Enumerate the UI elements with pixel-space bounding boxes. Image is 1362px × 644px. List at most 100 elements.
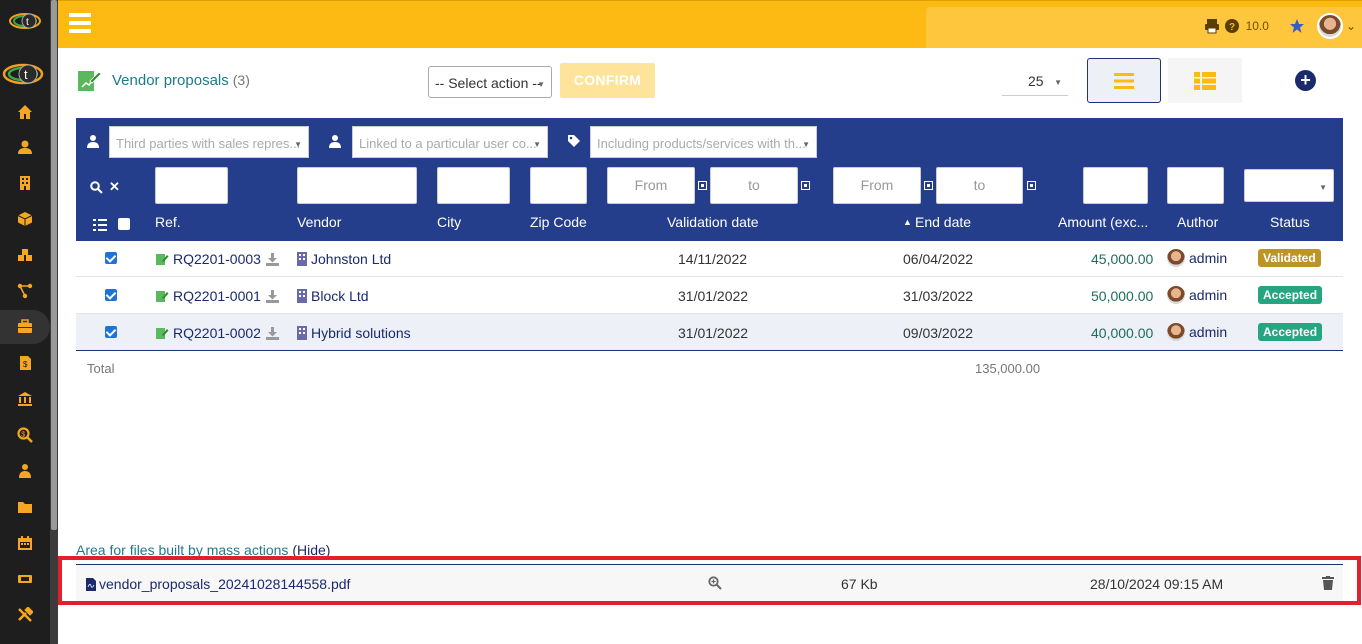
ref-filter-input[interactable] (155, 167, 228, 204)
app-logo-icon[interactable]: t (8, 10, 42, 32)
sidebar-item-ticket[interactable] (0, 562, 50, 596)
dropdown-arrow-icon: ▼ (533, 140, 541, 149)
table-row[interactable]: RQ2201-0002 Hybrid solutions 31/01/2022 09/… (76, 314, 1343, 351)
calendar-icon[interactable] (1027, 181, 1036, 190)
page-size-select[interactable]: 25 ▼ (1002, 66, 1068, 96)
dropdown-arrow-icon: ▼ (294, 140, 302, 149)
ref-link[interactable]: RQ2201-0001 (155, 288, 279, 304)
col-zip[interactable]: Zip Code (530, 214, 587, 230)
highlight-box (58, 556, 1361, 605)
author-filter-input[interactable] (1167, 167, 1224, 204)
amount: 45,000.00 (1091, 251, 1154, 267)
help-icon[interactable]: ? (1224, 18, 1240, 34)
sidebar-item-project[interactable] (0, 274, 50, 308)
col-validation-date[interactable]: Validation date (667, 214, 759, 230)
tools-icon (18, 607, 33, 622)
calendar-icon[interactable] (801, 181, 810, 190)
list-view-icon (1114, 72, 1134, 89)
col-amount[interactable]: Amount (exc... (1058, 214, 1148, 230)
sidebar-item-cube[interactable] (0, 202, 50, 236)
table-row[interactable]: RQ2201-0001 Block Ltd 31/01/2022 31/03/2022… (76, 277, 1343, 314)
menu-toggle-icon[interactable] (69, 13, 91, 33)
sidebar-item-cubes[interactable] (0, 238, 50, 272)
download-icon[interactable] (265, 252, 279, 266)
sort-asc-icon: ▲ (903, 217, 912, 227)
status-badge: Validated (1258, 249, 1321, 267)
author-link[interactable]: admin (1167, 286, 1227, 304)
print-icon[interactable] (1204, 18, 1220, 34)
product-filter[interactable]: Including products/services with th... ▼ (590, 126, 817, 158)
vendor-name: Johnston Ltd (311, 251, 392, 267)
add-new-button[interactable]: + (1295, 70, 1316, 91)
sidebar-item-building[interactable] (0, 166, 50, 200)
chevron-down-icon[interactable]: ⌄ (1346, 19, 1356, 33)
status-filter-select[interactable]: ▼ (1244, 169, 1334, 202)
download-icon[interactable] (265, 326, 279, 340)
row-checkbox[interactable] (105, 289, 117, 301)
calendar-icon[interactable] (924, 181, 933, 190)
vendor-link[interactable]: Block Ltd (297, 288, 369, 304)
col-status[interactable]: Status (1270, 214, 1310, 230)
end-from-input[interactable]: From (833, 167, 921, 204)
user-avatar[interactable] (1316, 13, 1343, 39)
sidebar-item-user[interactable] (0, 130, 50, 164)
validation-to-input[interactable]: to (710, 167, 798, 204)
author-link[interactable]: admin (1167, 323, 1227, 341)
calendar-icon (18, 536, 32, 550)
validation-date: 14/11/2022 (678, 251, 748, 267)
author-name: admin (1189, 324, 1228, 340)
page-header: Vendor proposals (3) (76, 64, 250, 96)
building-icon (297, 289, 307, 303)
list-view-button[interactable] (1087, 58, 1161, 103)
calendar-icon[interactable] (698, 181, 707, 190)
column-selector-icon[interactable] (93, 219, 107, 231)
row-checkbox[interactable] (105, 252, 117, 264)
zip-filter-input[interactable] (530, 167, 587, 204)
briefcase-icon (18, 319, 32, 333)
sidebar-item-bank[interactable] (0, 382, 50, 416)
status-badge: Accepted (1258, 323, 1323, 341)
sidebar-item-tools[interactable] (0, 598, 50, 632)
col-vendor[interactable]: Vendor (297, 214, 341, 230)
user-contact-filter[interactable]: Linked to a particular user co... ▼ (352, 126, 548, 158)
row-checkbox[interactable] (105, 326, 117, 338)
sidebar-item-briefcase[interactable] (0, 310, 50, 344)
vendor-filter-input[interactable] (297, 167, 417, 204)
search-icon[interactable] (90, 180, 103, 194)
col-city[interactable]: City (437, 214, 461, 230)
end-to-input[interactable]: to (936, 167, 1023, 204)
ref-link[interactable]: RQ2201-0003 (155, 251, 279, 267)
sidebar-item-search-dollar[interactable]: $ (0, 418, 50, 452)
confirm-button[interactable]: CONFIRM (560, 63, 655, 98)
col-ref[interactable]: Ref. (155, 214, 181, 230)
download-icon[interactable] (265, 289, 279, 303)
validation-from-input[interactable]: From (607, 167, 695, 204)
proposal-icon (156, 254, 169, 265)
author-link[interactable]: admin (1167, 249, 1227, 267)
amount-filter-input[interactable] (1083, 167, 1148, 204)
vendor-link[interactable]: Hybrid solutions (297, 325, 411, 341)
col-author[interactable]: Author (1177, 214, 1218, 230)
select-all-checkbox[interactable] (118, 218, 130, 230)
page-title[interactable]: Vendor proposals (112, 72, 229, 89)
sales-rep-filter[interactable]: Third parties with sales repres... ▼ (109, 126, 309, 158)
sidebar-item-calendar[interactable] (0, 526, 50, 560)
bookmark-star-icon[interactable] (1289, 18, 1305, 34)
mass-action-select[interactable]: -- Select action -- ▼ (428, 66, 552, 98)
clear-filters-icon[interactable]: ✕ (109, 179, 120, 195)
sidebar-item-folder[interactable] (0, 490, 50, 524)
sidebar-item-users[interactable] (0, 454, 50, 488)
vendor-link[interactable]: Johnston Ltd (297, 251, 391, 267)
ref-link[interactable]: RQ2201-0002 (155, 325, 279, 341)
proposal-icon (156, 291, 169, 302)
col-end-date[interactable]: End date (915, 214, 971, 230)
amount: 40,000.00 (1091, 325, 1154, 341)
table-row[interactable]: RQ2201-0003 Johnston Ltd 14/11/2022 06/04/2… (76, 240, 1343, 277)
sidebar-item-home[interactable] (0, 95, 50, 129)
kanban-view-button[interactable] (1168, 58, 1242, 103)
sidebar-item-invoice[interactable]: $ (0, 346, 50, 380)
svg-text:t: t (24, 67, 28, 82)
company-logo-icon[interactable]: t (2, 60, 44, 88)
city-filter-input[interactable] (437, 167, 510, 204)
sidebar-scrollbar[interactable] (50, 0, 58, 644)
